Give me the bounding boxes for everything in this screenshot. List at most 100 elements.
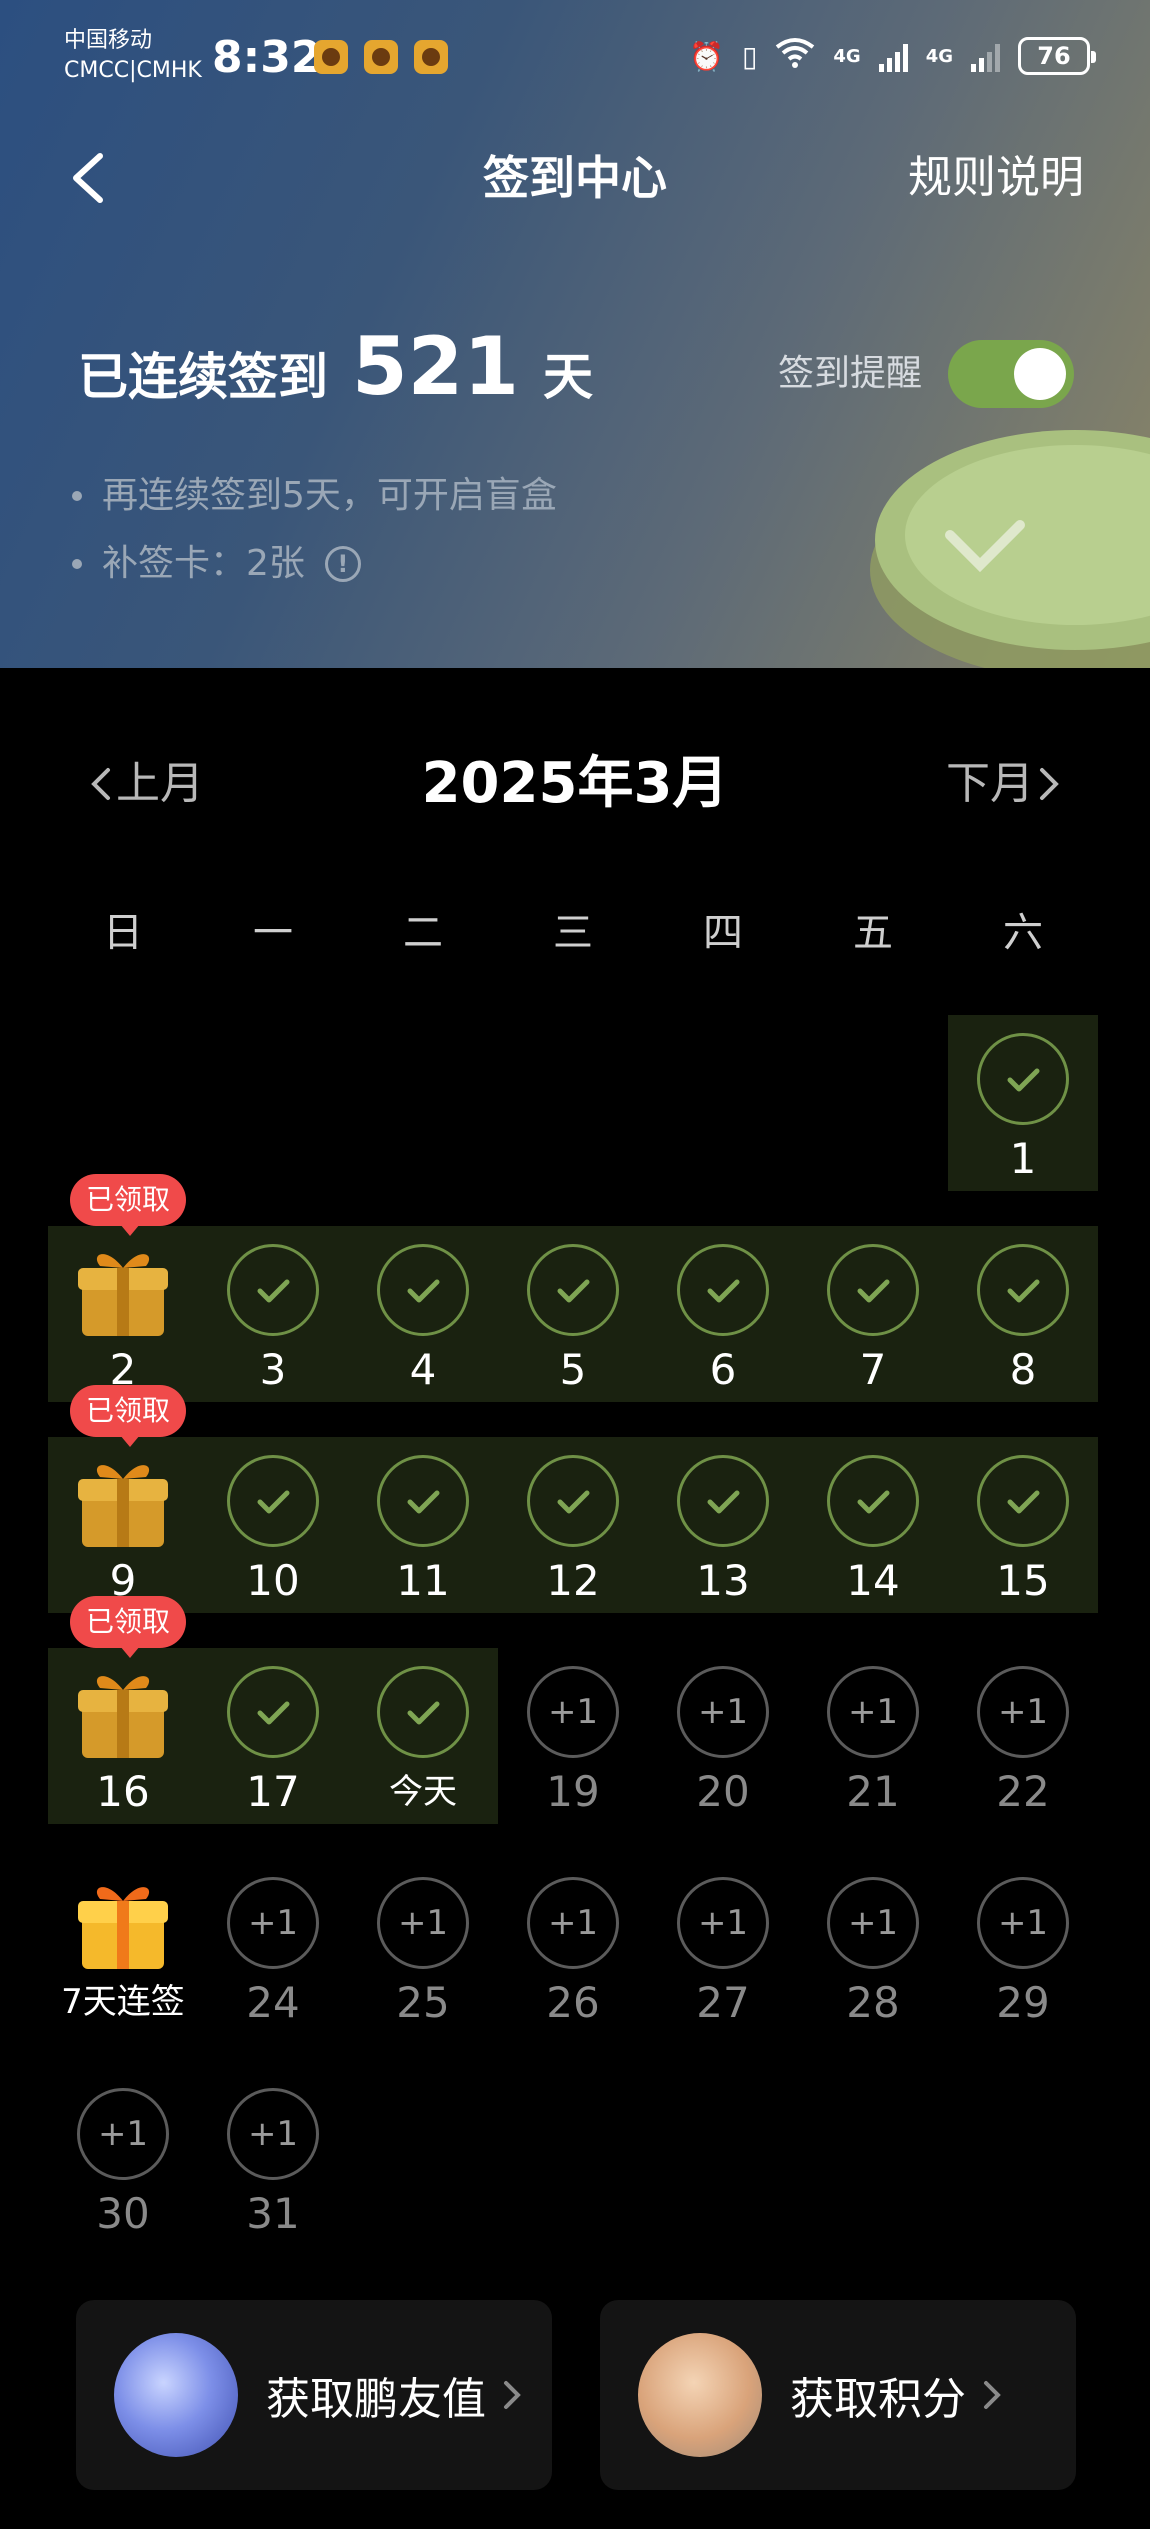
carrier-line-2: CMCC|CMHK [64, 58, 202, 83]
calendar-day[interactable]: +1 27 [648, 1859, 798, 2035]
day-number: 10 [246, 1556, 300, 1605]
today-label: 今天 [389, 1772, 457, 1812]
claimed-badge: 已领取 [70, 1385, 187, 1447]
tip-text-makeup-card: 补签卡：2张 [102, 543, 305, 584]
calendar-day[interactable]: 4 [348, 1226, 498, 1402]
star-avatar-icon [114, 2333, 238, 2457]
tips-list: 再连续签到5天，可开启盲盒 补签卡：2张! [72, 462, 557, 598]
calendar-day[interactable]: +1 28 [798, 1859, 948, 2035]
carrier-label: 中国移动 CMCC|CMHK [64, 26, 202, 86]
streak-gift-label: 7天连签 [61, 1982, 185, 2022]
calendar-day[interactable]: +1 30 [48, 2070, 198, 2246]
status-time: 8:32 [212, 32, 322, 83]
plus-one-badge: +1 [977, 1877, 1069, 1969]
calendar-day[interactable]: +1 19 [498, 1648, 648, 1824]
day-number: 6 [709, 1345, 737, 1394]
plus-one-badge: +1 [527, 1877, 619, 1969]
plus-one-badge: +1 [827, 1666, 919, 1758]
weekday-fri: 五 [853, 910, 893, 956]
info-icon[interactable]: ! [324, 546, 361, 582]
day-number: 15 [996, 1556, 1050, 1605]
day-number: 17 [246, 1767, 300, 1816]
alarm-icon: ⏰ [689, 39, 724, 73]
calendar-day[interactable]: 17 [198, 1648, 348, 1824]
day-number: 22 [996, 1767, 1050, 1816]
day-number: 7 [859, 1345, 887, 1394]
claimed-badge: 已领取 [70, 1596, 187, 1658]
day-number: 20 [696, 1767, 750, 1816]
status-bar: 中国移动 CMCC|CMHK 8:32 ⏰ ▯ 4G 4G 76 [0, 0, 1150, 110]
check-icon [827, 1455, 919, 1547]
calendar-day-gift[interactable]: 已领取 16 [48, 1596, 198, 1824]
day-number: 3 [259, 1345, 287, 1394]
weekday-sun: 日 [103, 910, 143, 956]
check-icon [377, 1666, 469, 1758]
calendar-day[interactable]: 10 [198, 1437, 348, 1613]
tip-item: 补签卡：2张! [72, 530, 557, 598]
calendar-day[interactable]: 13 [648, 1437, 798, 1613]
calendar-day-gift[interactable]: 已领取 2 [48, 1174, 198, 1402]
calendar-day[interactable]: +1 24 [198, 1859, 348, 2035]
calendar-day[interactable]: 5 [498, 1226, 648, 1402]
status-icons: ⏰ ▯ 4G 4G 76 [689, 34, 1096, 78]
calendar-day[interactable]: +1 20 [648, 1648, 798, 1824]
calendar-day[interactable]: +1 25 [348, 1859, 498, 2035]
claimed-badge: 已领取 [70, 1174, 187, 1236]
plus-one-badge: +1 [377, 1877, 469, 1969]
calendar-day[interactable]: 8 [948, 1226, 1098, 1402]
app-notification-icon [314, 40, 348, 74]
plus-one-badge: +1 [977, 1666, 1069, 1758]
calendar-day[interactable]: +1 29 [948, 1859, 1098, 2035]
rules-link[interactable]: 规则说明 [908, 148, 1084, 208]
next-month-button[interactable]: 下月 [946, 754, 1064, 814]
chevron-right-icon [984, 2381, 1001, 2409]
check-icon [977, 1033, 1069, 1125]
weekday-tue: 二 [403, 910, 443, 956]
calendar-day[interactable]: +1 21 [798, 1648, 948, 1824]
check-icon [377, 1244, 469, 1336]
day-number: 21 [846, 1767, 900, 1816]
streak-prefix: 已连续签到 [78, 348, 328, 406]
chevron-right-icon [1040, 768, 1059, 800]
get-friend-value-card[interactable]: 获取鹏友值 [76, 2300, 552, 2490]
day-number: 28 [846, 1978, 900, 2027]
day-number: 16 [96, 1767, 150, 1816]
gift-icon [76, 1662, 170, 1762]
day-number: 12 [546, 1556, 600, 1605]
calendar-day[interactable]: +1 31 [198, 2070, 348, 2246]
check-icon [977, 1244, 1069, 1336]
day-number: 4 [409, 1345, 437, 1394]
check-icon [677, 1455, 769, 1547]
calendar-day[interactable]: +1 26 [498, 1859, 648, 2035]
get-points-card[interactable]: 获取积分 [600, 2300, 1076, 2490]
check-icon [827, 1244, 919, 1336]
calendar-day[interactable]: 14 [798, 1437, 948, 1613]
plus-one-badge: +1 [677, 1666, 769, 1758]
day-number: 27 [696, 1978, 750, 2027]
day-number: 29 [996, 1978, 1050, 2027]
header-banner: 中国移动 CMCC|CMHK 8:32 ⏰ ▯ 4G 4G 76 签到中心 规则… [0, 0, 1150, 668]
tip-item: 再连续签到5天，可开启盲盒 [72, 462, 557, 530]
calendar-day[interactable]: +1 22 [948, 1648, 1098, 1824]
streak-summary: 已连续签到 521 天 [78, 320, 593, 413]
streak-days: 521 [352, 320, 519, 413]
day-number: 31 [246, 2189, 300, 2238]
calendar-day-streak-gift[interactable]: 7天连签 [48, 1859, 198, 2035]
coin-avatar-icon [638, 2333, 762, 2457]
calendar-day[interactable]: 12 [498, 1437, 648, 1613]
gift-icon [76, 1873, 170, 1973]
calendar-day[interactable]: 15 [948, 1437, 1098, 1613]
calendar-day-gift[interactable]: 已领取 9 [48, 1385, 198, 1613]
calendar-day[interactable]: 7 [798, 1226, 948, 1402]
chevron-right-icon [504, 2381, 521, 2409]
calendar-day[interactable]: 11 [348, 1437, 498, 1613]
plus-one-badge: +1 [527, 1666, 619, 1758]
reminder-toggle[interactable] [948, 340, 1074, 408]
plus-one-badge: +1 [227, 2088, 319, 2180]
calendar-day[interactable]: 6 [648, 1226, 798, 1402]
calendar-day[interactable]: 1 [948, 1015, 1098, 1191]
calendar-day-today[interactable]: 今天 [348, 1648, 498, 1824]
signal-icon [878, 40, 908, 72]
calendar-day[interactable]: 3 [198, 1226, 348, 1402]
day-number: 14 [846, 1556, 900, 1605]
